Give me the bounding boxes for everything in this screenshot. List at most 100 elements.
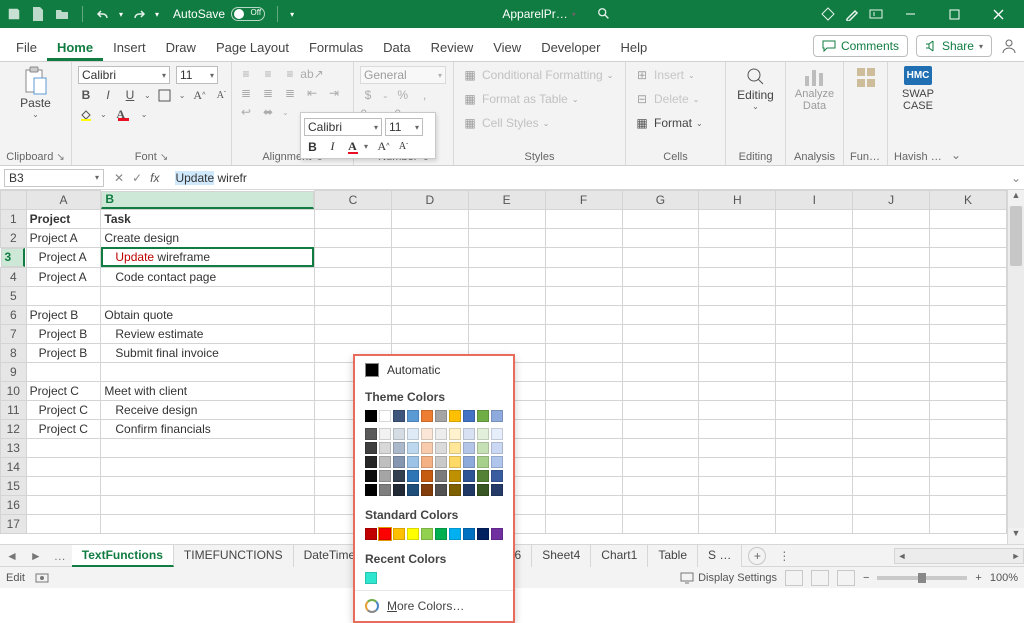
font-size-selector[interactable]: 11▾: [176, 66, 218, 84]
zoom-in[interactable]: +: [975, 572, 981, 584]
color-swatch[interactable]: [407, 528, 419, 540]
color-swatch[interactable]: [449, 470, 461, 482]
mini-font-color[interactable]: A: [344, 138, 361, 155]
color-swatch[interactable]: [379, 484, 391, 496]
color-swatch[interactable]: [393, 442, 405, 454]
autosave-toggle[interactable]: AutoSave Off: [173, 7, 265, 21]
page-break-view-icon[interactable]: [837, 570, 855, 586]
macro-rec-icon[interactable]: [35, 572, 49, 584]
color-swatch[interactable]: [421, 442, 433, 454]
document-name[interactable]: ApparelPr…▾: [502, 7, 575, 21]
color-swatch[interactable]: [435, 428, 447, 440]
color-swatch[interactable]: [491, 442, 503, 454]
underline-button[interactable]: U: [122, 87, 138, 103]
mini-size-select[interactable]: 11▾: [385, 118, 423, 136]
sheet-tab[interactable]: Sheet4: [532, 545, 591, 567]
open-icon[interactable]: [54, 6, 70, 22]
color-swatch[interactable]: [393, 470, 405, 482]
align-left-icon[interactable]: ≣: [238, 85, 254, 101]
align-center-icon[interactable]: ≣: [260, 85, 276, 101]
color-swatch[interactable]: [463, 484, 475, 496]
color-swatch[interactable]: [463, 428, 475, 440]
merge-icon[interactable]: ⬌: [260, 104, 276, 120]
sheet-tab[interactable]: TextFunctions: [72, 545, 174, 567]
expand-fxbar-icon[interactable]: ⌄: [1008, 171, 1024, 185]
tab-page-layout[interactable]: Page Layout: [206, 32, 299, 61]
color-swatch[interactable]: [365, 484, 377, 496]
align-right-icon[interactable]: ≣: [282, 85, 298, 101]
color-swatch[interactable]: [379, 428, 391, 440]
sheet-tab[interactable]: Chart1: [591, 545, 648, 567]
color-swatch[interactable]: [379, 410, 391, 422]
cond-format-button[interactable]: ▦Conditional Formatting⌄: [460, 66, 615, 84]
color-swatch[interactable]: [449, 442, 461, 454]
tab-insert[interactable]: Insert: [103, 32, 156, 61]
color-swatch[interactable]: [435, 410, 447, 422]
color-swatch[interactable]: [435, 484, 447, 496]
color-swatch[interactable]: [379, 456, 391, 468]
redo-icon[interactable]: [131, 6, 147, 22]
comments-button[interactable]: Comments: [813, 35, 908, 57]
display-settings[interactable]: Display Settings: [680, 572, 777, 584]
functions-button[interactable]: [850, 66, 881, 92]
format-table-button[interactable]: ▦Format as Table⌄: [460, 90, 581, 108]
tab-formulas[interactable]: Formulas: [299, 32, 373, 61]
color-swatch[interactable]: [477, 470, 489, 482]
close-button[interactable]: [980, 1, 1016, 27]
color-swatch[interactable]: [477, 428, 489, 440]
color-swatch[interactable]: [421, 528, 433, 540]
more-colors[interactable]: More Colors…: [355, 590, 513, 621]
tab-help[interactable]: Help: [610, 32, 657, 61]
mini-bold[interactable]: B: [304, 138, 321, 155]
swap-case-button[interactable]: HMC SWAP CASE: [894, 66, 942, 112]
font-selector[interactable]: Calibri▾: [78, 66, 170, 84]
search-icon[interactable]: [596, 6, 612, 22]
tab-home[interactable]: Home: [47, 32, 103, 61]
percent-icon[interactable]: %: [395, 87, 411, 103]
tab-scroll-right[interactable]: ►: [24, 549, 48, 563]
tab-view[interactable]: View: [483, 32, 531, 61]
color-swatch[interactable]: [463, 456, 475, 468]
sheet-tab[interactable]: Table: [648, 545, 698, 567]
align-top-icon[interactable]: ≡: [238, 66, 254, 82]
color-swatch[interactable]: [463, 442, 475, 454]
color-swatch[interactable]: [407, 456, 419, 468]
color-swatch[interactable]: [407, 410, 419, 422]
insert-cells-button[interactable]: ⊞Insert⌄: [632, 66, 697, 84]
color-swatch[interactable]: [393, 484, 405, 496]
italic-button[interactable]: I: [100, 87, 116, 103]
color-swatch[interactable]: [477, 410, 489, 422]
color-swatch[interactable]: [477, 456, 489, 468]
color-swatch[interactable]: [491, 528, 503, 540]
tab-draw[interactable]: Draw: [156, 32, 206, 61]
sheet-tab[interactable]: S …: [698, 545, 742, 567]
indent-dec-icon[interactable]: ⇤: [304, 85, 320, 101]
mini-font-select[interactable]: Calibri▾: [304, 118, 382, 136]
color-swatch[interactable]: [379, 528, 391, 540]
color-swatch[interactable]: [491, 470, 503, 482]
cell-styles-button[interactable]: ▦Cell Styles⌄: [460, 114, 551, 132]
zoom-level[interactable]: 100%: [990, 572, 1018, 584]
color-swatch[interactable]: [491, 456, 503, 468]
share-button[interactable]: Share▾: [916, 35, 992, 57]
color-swatch[interactable]: [491, 410, 503, 422]
account-icon[interactable]: [1000, 37, 1018, 55]
color-swatch[interactable]: [365, 410, 377, 422]
color-swatch[interactable]: [435, 528, 447, 540]
editing-button[interactable]: Editing⌄: [732, 66, 779, 111]
color-swatch[interactable]: [393, 428, 405, 440]
color-swatch[interactable]: [449, 528, 461, 540]
mini-italic[interactable]: I: [324, 138, 341, 155]
minimize-button[interactable]: [892, 1, 928, 27]
fx-icon[interactable]: fx: [150, 171, 165, 185]
color-swatch[interactable]: [435, 442, 447, 454]
tab-developer[interactable]: Developer: [531, 32, 610, 61]
formula-input[interactable]: Update wirefr: [171, 171, 1008, 185]
color-swatch[interactable]: [421, 410, 433, 422]
color-swatch[interactable]: [421, 456, 433, 468]
mini-grow-font-icon[interactable]: A^: [375, 138, 392, 155]
analyze-button[interactable]: Analyze Data: [792, 66, 837, 112]
color-swatch[interactable]: [449, 428, 461, 440]
color-swatch[interactable]: [407, 484, 419, 496]
color-swatch[interactable]: [491, 428, 503, 440]
